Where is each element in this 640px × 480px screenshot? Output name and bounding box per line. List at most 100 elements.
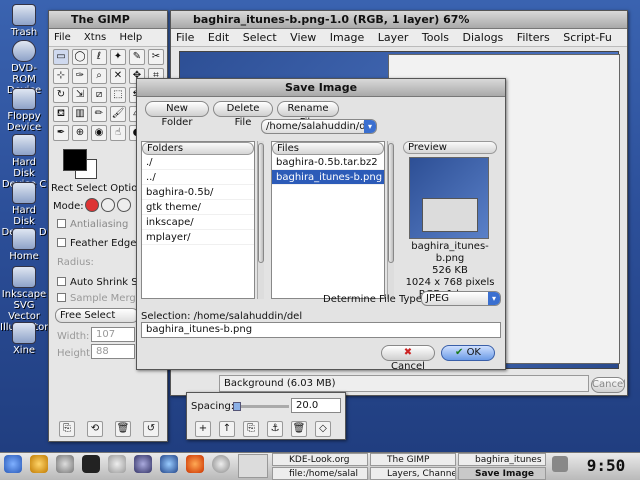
measure-tool[interactable]: ✕	[110, 68, 126, 84]
kde-menu-icon[interactable]	[4, 455, 22, 473]
delete-options-icon[interactable]: 🗑	[115, 421, 131, 437]
antialiasing-option[interactable]: Antialiasing	[57, 219, 128, 230]
folder-item[interactable]: ../	[142, 170, 254, 185]
menu-select[interactable]: Select	[238, 31, 282, 44]
menu-help[interactable]: Help	[114, 32, 147, 43]
gimp-icon[interactable]	[186, 455, 204, 473]
layers-duplicate-icon[interactable]: ⎘	[243, 421, 259, 437]
layers-anchor-icon[interactable]: ⚓	[267, 421, 283, 437]
browser-icon[interactable]	[134, 455, 152, 473]
task-file-home[interactable]: file:/home/salal	[272, 467, 368, 480]
menu-edit[interactable]: Edit	[203, 31, 234, 44]
folder-item[interactable]: gtk theme/	[142, 200, 254, 215]
files-header[interactable]: Files	[272, 142, 384, 155]
file-item-selected[interactable]: baghira_itunes-b.png	[272, 170, 384, 185]
home-icon[interactable]	[108, 455, 126, 473]
menu-layer[interactable]: Layer	[373, 31, 414, 44]
cancel-button[interactable]: ✖ Cancel	[381, 345, 435, 372]
spacing-slider-handle[interactable]	[233, 402, 241, 411]
folders-scroll-thumb[interactable]	[258, 143, 264, 263]
delete-file-button[interactable]: Delete File	[213, 101, 273, 128]
task-layers-channels[interactable]: Layers, Channe	[370, 467, 456, 480]
spacing-input[interactable]: 20.0	[291, 398, 341, 413]
ink-tool[interactable]: ✒	[53, 125, 69, 141]
file-type-dropdown[interactable]: JPEG ▾	[421, 291, 501, 306]
files-scroll-thumb[interactable]	[388, 143, 394, 263]
desktop-icon-xine[interactable]: Xine	[0, 322, 48, 356]
layers-new-icon[interactable]: +	[195, 421, 211, 437]
folder-item[interactable]: baghira-0.5b/	[142, 185, 254, 200]
fuzzy-select-tool[interactable]: ✦	[110, 49, 126, 65]
tools-icon[interactable]	[56, 455, 74, 473]
color-picker-tool[interactable]: ⊹	[53, 68, 69, 84]
toolbox-titlebar[interactable]: The GIMP	[49, 11, 167, 29]
save-dialog-titlebar[interactable]: Save Image	[137, 79, 505, 97]
desktop-pager[interactable]	[238, 454, 268, 478]
auto-shrink-option[interactable]: Auto Shrink Se	[57, 277, 144, 288]
folders-header[interactable]: Folders	[142, 142, 254, 155]
clock[interactable]: 9:50	[574, 452, 638, 480]
task-the-gimp[interactable]: The GIMP	[370, 453, 456, 466]
pencil-tool[interactable]: ✏	[91, 106, 107, 122]
smudge-tool[interactable]: ☝	[110, 125, 126, 141]
new-folder-button[interactable]: New Folder	[145, 101, 209, 128]
folder-item[interactable]: mplayer/	[142, 230, 254, 245]
magnify-tool[interactable]: ⌕	[91, 68, 107, 84]
spacing-slider[interactable]	[233, 402, 289, 411]
rect-select-tool[interactable]: ▭	[53, 49, 69, 65]
menu-file[interactable]: File	[171, 31, 199, 44]
file-item[interactable]: baghira-0.5b.tar.bz2	[272, 155, 384, 170]
menu-image[interactable]: Image	[325, 31, 369, 44]
menu-filters[interactable]: Filters	[512, 31, 555, 44]
layers-delete-icon[interactable]: 🗑	[291, 421, 307, 437]
ellipse-select-tool[interactable]: ◯	[72, 49, 88, 65]
help-icon[interactable]	[212, 455, 230, 473]
mode-subtract-button[interactable]	[117, 198, 131, 212]
selection-input[interactable]: baghira_itunes-b.png	[141, 322, 501, 338]
path-dropdown[interactable]: /home/salahuddin/del ▾	[261, 119, 377, 134]
layers-more-icon[interactable]: ◇	[315, 421, 331, 437]
menu-dialogs[interactable]: Dialogs	[458, 31, 509, 44]
convolve-tool[interactable]: ◉	[91, 125, 107, 141]
desktop-icon-floppy[interactable]: Floppy Device	[0, 88, 48, 133]
media-icon[interactable]	[160, 455, 178, 473]
clone-tool[interactable]: ⊕	[72, 125, 88, 141]
sample-merged-option[interactable]: Sample Merge	[57, 293, 142, 304]
status-cancel-button[interactable]: Cancel	[591, 377, 626, 393]
eyedrop-tool[interactable]: ✑	[72, 68, 88, 84]
folder-item[interactable]: ./	[142, 155, 254, 170]
mode-replace-button[interactable]	[85, 198, 99, 212]
width-input[interactable]: 107	[91, 327, 135, 342]
terminal-icon[interactable]	[82, 455, 100, 473]
menu-script-fu[interactable]: Script-Fu	[558, 31, 617, 44]
bezier-tool[interactable]: ✎	[129, 49, 145, 65]
height-input[interactable]: 88	[91, 344, 135, 359]
mode-add-button[interactable]	[101, 198, 115, 212]
save-options-icon[interactable]: ⎘	[59, 421, 75, 437]
perspective-tool[interactable]: ⬚	[110, 87, 126, 103]
bucket-fill-tool[interactable]: ⛾	[53, 106, 69, 122]
desktop-icon-trash[interactable]: Trash	[0, 4, 48, 38]
lasso-tool[interactable]: ℓ	[91, 49, 107, 65]
image-window-titlebar[interactable]: baghira_itunes-b.png-1.0 (RGB, 1 layer) …	[171, 11, 627, 29]
rotate-tool[interactable]: ↻	[53, 87, 69, 103]
scale-tool[interactable]: ⇲	[72, 87, 88, 103]
free-select-dropdown[interactable]: Free Select	[55, 308, 139, 323]
lock-icon[interactable]	[30, 455, 48, 473]
task-baghira-itunes[interactable]: baghira_itunes	[458, 453, 546, 466]
ok-button[interactable]: ✔ OK	[441, 345, 495, 361]
feather-option[interactable]: Feather Edges	[57, 238, 142, 249]
tray-icon[interactable]	[552, 456, 568, 472]
folders-scrollbar[interactable]	[257, 141, 264, 299]
scissors-tool[interactable]: ✂	[148, 49, 164, 65]
folder-item[interactable]: inkscape/	[142, 215, 254, 230]
reset-options-icon[interactable]: ↺	[143, 421, 159, 437]
menu-file[interactable]: File	[49, 32, 76, 43]
desktop-icon-home[interactable]: Home	[0, 228, 48, 262]
task-save-image[interactable]: Save Image	[458, 467, 546, 480]
menu-xtns[interactable]: Xtns	[79, 32, 111, 43]
layers-raise-icon[interactable]: ↑	[219, 421, 235, 437]
blend-tool[interactable]: ▥	[72, 106, 88, 122]
rename-file-button[interactable]: Rename File	[277, 101, 339, 128]
restore-options-icon[interactable]: ⟲	[87, 421, 103, 437]
